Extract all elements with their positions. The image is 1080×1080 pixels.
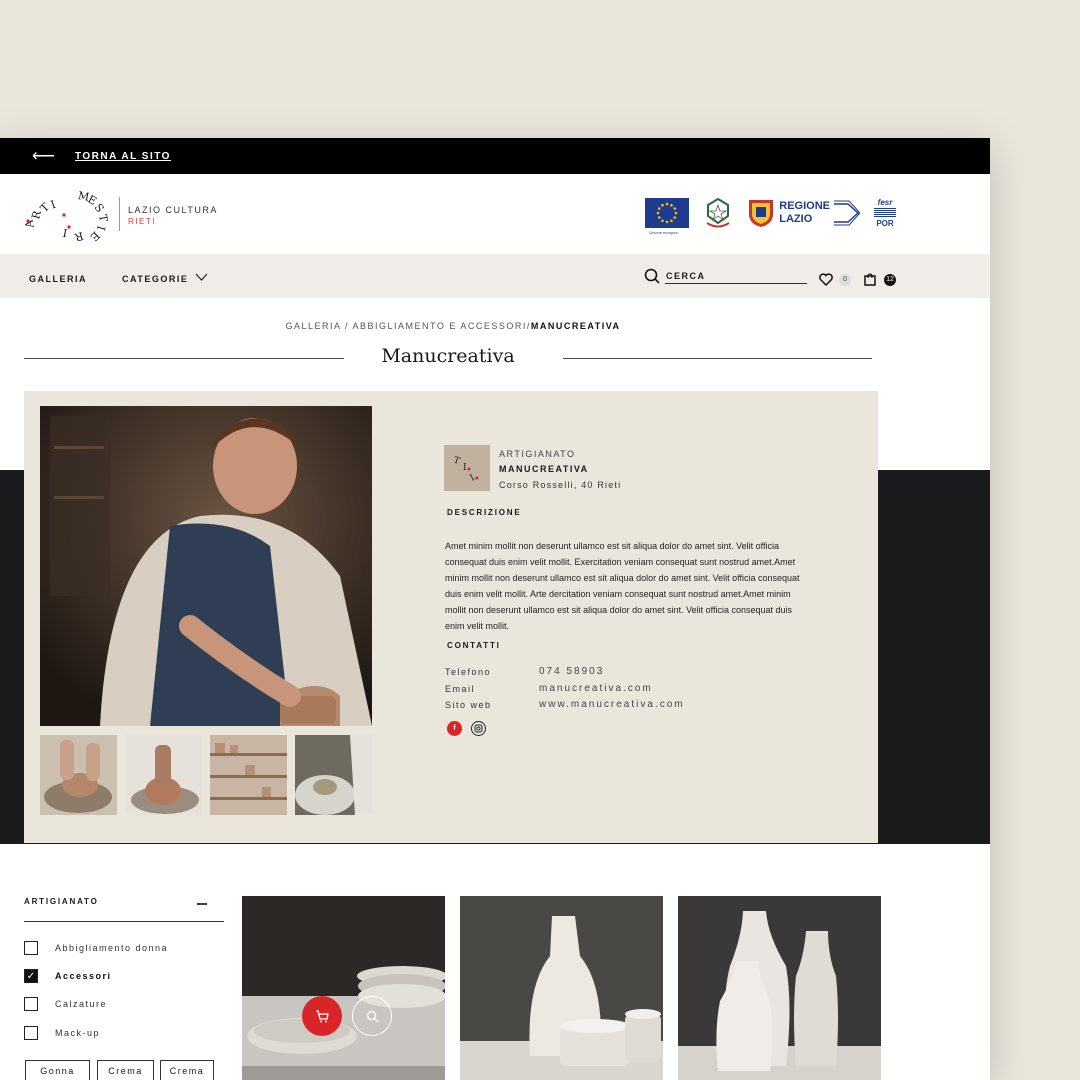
arti-mestieri-logo[interactable]: A R T I M E S T I E R I [22,189,110,244]
breadcrumb-sep: / [340,321,353,331]
brand-title: LAZIO CULTURA [128,205,218,215]
vendor-name: MANUCREATIVA [499,464,589,474]
chevron-down-icon[interactable] [195,273,208,282]
phone-label: Telefono [445,667,492,677]
filter-label: Calzature [55,999,108,1009]
vendor-card: T I I ARTIGIANATO MANUCREATIVA Corso Ros… [24,391,878,843]
fesr-por-logo: fesr POR [874,198,896,228]
wishlist-count-badge: 0 [839,274,851,286]
breadcrumb-galleria[interactable]: GALLERIA [285,321,341,331]
svg-text:I: I [463,463,467,473]
breadcrumb: GALLERIA / ABBIGLIAMENTO E ACCESSORI/MAN… [0,321,906,331]
filter-item[interactable]: Calzature [24,997,107,1011]
breadcrumb-current: MANUCREATIVA [530,321,621,331]
page-title: Manucreativa [381,345,515,367]
cart-icon [316,1009,329,1022]
filter-tag[interactable]: Gonna [25,1060,90,1080]
phone-value[interactable]: 074 58903 [539,666,604,677]
eu-flag-icon: Unione europea [645,198,690,235]
filter-item[interactable]: Abbigliamento donna [24,941,168,955]
collapse-minus-icon[interactable] [196,896,208,908]
main-photo[interactable] [40,406,372,726]
product-card[interactable] [242,896,445,1080]
regione-line2: LAZIO [779,213,813,225]
filter-item[interactable]: ✓ Accessori [24,969,112,983]
filter-label: Accessori [55,971,112,981]
regione-shield-icon [749,200,774,227]
filter-label: Mack-up [55,1028,101,1038]
search-icon[interactable] [644,268,660,284]
gallery-thumb[interactable] [295,735,372,815]
nav-galleria[interactable]: GALLERIA [29,274,87,284]
back-to-site-link[interactable]: TORNA AL SITO [75,151,171,162]
brand-subtitle: RIETI [128,217,156,226]
filter-divider [24,921,224,922]
fesr-text: fesr [877,198,893,207]
product-card[interactable] [678,896,881,1080]
checkbox[interactable] [24,941,38,955]
instagram-icon[interactable] [471,721,486,736]
back-arrow-icon[interactable]: ⟵ [32,146,55,166]
top-bar: ⟵ TORNA AL SITO [0,138,990,174]
checkbox-checked[interactable]: ✓ [24,969,38,983]
search-icon [366,1010,378,1022]
browser-window: ⟵ TORNA AL SITO A R T I M E S T I E R I … [0,138,990,1080]
svg-text:T: T [452,455,461,466]
gallery-thumb[interactable] [210,735,287,815]
italian-emblem-icon [706,197,730,228]
web-label: Sito web [445,700,492,710]
web-value[interactable]: www.manucreativa.com [539,699,685,710]
vendor-logo: T I I [444,445,490,491]
partner-logos: Unione europea REGIONE LAZIO fesr POR [645,196,896,235]
eu-caption: Unione europea [649,230,678,235]
heart-icon[interactable] [819,273,833,286]
title-row: Manucreativa [24,343,872,373]
nav-categorie[interactable]: CATEGORIE [122,274,188,284]
filter-item[interactable]: Mack-up [24,1026,100,1040]
filter-tag[interactable]: Crema [97,1060,154,1080]
regione-lazio-logo: REGIONE LAZIO [747,198,860,228]
brand-divider [119,197,120,231]
add-to-cart-button[interactable] [302,996,342,1036]
vendor-address: Corso Rosselli, 40 Rieti [499,480,622,490]
header: A R T I M E S T I E R I LAZIO CULTURA RI… [0,174,990,254]
search-input[interactable] [665,269,807,284]
quick-view-button[interactable] [352,996,392,1036]
gallery-thumb[interactable] [40,735,117,815]
main-nav: GALLERIA CATEGORIE 0 12 [0,254,990,298]
por-text: POR [876,219,894,228]
bag-icon[interactable] [864,273,876,286]
checkbox[interactable] [24,1026,38,1040]
email-value[interactable]: manucreativa.com [539,683,653,694]
logo-dots-icon [26,213,71,229]
filter-tag[interactable]: Crema [160,1060,214,1080]
title-rule-right [563,358,872,359]
facebook-icon[interactable]: f [447,721,462,736]
checkbox[interactable] [24,997,38,1011]
gallery-thumb[interactable] [125,735,202,815]
breadcrumb-category[interactable]: ABBIGLIAMENTO E ACCESSORI/ [353,321,531,331]
contacts-heading: CONTATTI [447,641,501,650]
vendor-description: Amet minim mollit non deserunt ullamco e… [445,541,800,631]
vendor-category: ARTIGIANATO [499,449,576,459]
filter-label: Abbigliamento donna [55,943,169,953]
email-label: Email [445,684,476,694]
description-heading: DESCRIZIONE [447,508,522,517]
search-bar [644,268,807,284]
product-card[interactable] [460,896,663,1080]
regione-lines-icon [834,200,860,226]
filter-title: ARTIGIANATO [24,897,99,906]
regione-line1: REGIONE [779,200,830,212]
cart-count-badge: 12 [884,274,896,286]
